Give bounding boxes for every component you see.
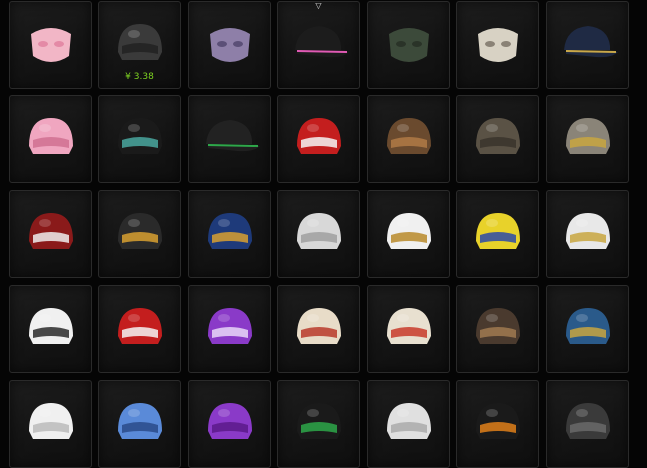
yellow-motocross-helmet-icon xyxy=(475,212,520,249)
inventory-item-tile[interactable] xyxy=(367,95,450,183)
santa-hat-helmet-icon xyxy=(296,117,341,154)
jester-helmet-icon xyxy=(117,307,162,344)
red-polka-dot-helmet-icon xyxy=(28,212,73,249)
viking-horned-helmet-icon xyxy=(296,212,341,249)
inventory-item-tile[interactable]: ¥ 3.38 xyxy=(98,1,181,89)
inventory-item-tile[interactable] xyxy=(456,380,539,468)
inventory-grid: ¥ 3.38 ▽ xyxy=(0,0,647,468)
inventory-item-tile[interactable] xyxy=(98,95,181,183)
inventory-item-tile[interactable] xyxy=(9,1,92,89)
inventory-item-tile[interactable] xyxy=(188,190,271,278)
inventory-item-tile[interactable] xyxy=(456,1,539,89)
spiked-bronze-helmet-icon xyxy=(475,307,520,344)
gas-mask-icon xyxy=(209,27,250,62)
inventory-item-tile[interactable] xyxy=(546,190,629,278)
inventory-item-tile[interactable] xyxy=(456,190,539,278)
pink-pig-mask-icon xyxy=(30,27,71,62)
inventory-item-tile[interactable] xyxy=(188,1,271,89)
purple-dome-helmet-icon xyxy=(207,402,252,439)
green-face-scarf-icon xyxy=(388,27,429,62)
astronaut-gold-visor-helmet-icon xyxy=(386,212,431,249)
skull-mask-icon xyxy=(477,27,518,62)
inventory-item-tile[interactable] xyxy=(456,285,539,373)
inventory-item-tile[interactable] xyxy=(98,285,181,373)
inventory-item-tile[interactable]: ▽ xyxy=(277,1,360,89)
blue-sphere-helmet-icon xyxy=(117,402,162,439)
pink-bunny-ears-helmet-icon xyxy=(28,117,73,154)
inventory-item-tile[interactable] xyxy=(9,380,92,468)
inventory-item-tile[interactable] xyxy=(546,285,629,373)
inventory-item-tile[interactable] xyxy=(367,1,450,89)
inventory-item-tile[interactable] xyxy=(9,190,92,278)
inventory-item-tile[interactable] xyxy=(546,1,629,89)
inventory-item-tile[interactable] xyxy=(188,95,271,183)
dark-grey-helmet-icon xyxy=(565,402,610,439)
blue-ornate-level3-helmet-icon xyxy=(565,307,610,344)
black-cap-pink-trim-icon xyxy=(294,25,349,57)
inventory-item-tile[interactable] xyxy=(188,285,271,373)
inventory-item-tile[interactable] xyxy=(546,380,629,468)
inventory-item-tile[interactable] xyxy=(277,190,360,278)
inventory-item-tile[interactable] xyxy=(98,190,181,278)
gold-flame-helmet-icon xyxy=(117,212,162,249)
orange-accent-helmet-icon xyxy=(475,402,520,439)
inventory-item-tile[interactable] xyxy=(277,285,360,373)
inventory-item-tile[interactable] xyxy=(277,380,360,468)
inventory-item-tile[interactable] xyxy=(98,380,181,468)
item-price: ¥ 3.38 xyxy=(125,72,154,82)
inventory-item-tile[interactable] xyxy=(546,95,629,183)
gold-star-white-helmet-icon xyxy=(565,212,610,249)
inventory-item-tile[interactable] xyxy=(9,95,92,183)
police-bobby-helmet-icon xyxy=(117,23,162,60)
white-bear-ears-helmet-icon xyxy=(386,402,431,439)
inventory-item-tile[interactable] xyxy=(456,95,539,183)
tactical-glasses-headset-icon xyxy=(117,117,162,154)
inventory-item-tile[interactable] xyxy=(367,285,450,373)
inventory-item-tile[interactable] xyxy=(9,285,92,373)
inventory-item-tile[interactable] xyxy=(367,190,450,278)
reindeer-antler-helmet-icon xyxy=(386,117,431,154)
blue-gold-winged-helmet-icon xyxy=(207,212,252,249)
white-winged-level3-helmet-icon xyxy=(28,307,73,344)
retro-red-white-helmet-icon xyxy=(386,307,431,344)
inventory-item-tile[interactable] xyxy=(277,95,360,183)
star-camo-helmet-icon xyxy=(565,117,610,154)
inventory-item-tile[interactable] xyxy=(367,380,450,468)
green-trim-helmet-icon xyxy=(296,402,341,439)
selected-indicator-icon: ▽ xyxy=(315,1,322,10)
purple-pattern-helmet-icon xyxy=(207,307,252,344)
officer-peaked-cap-icon xyxy=(563,25,618,57)
vintage-red-stripe-helmet-icon xyxy=(296,307,341,344)
white-round-helmet-icon xyxy=(28,402,73,439)
inventory-item-tile[interactable] xyxy=(188,380,271,468)
black-baseball-cap-icon xyxy=(205,119,260,151)
plaid-brimmed-helmet-icon xyxy=(475,117,520,154)
